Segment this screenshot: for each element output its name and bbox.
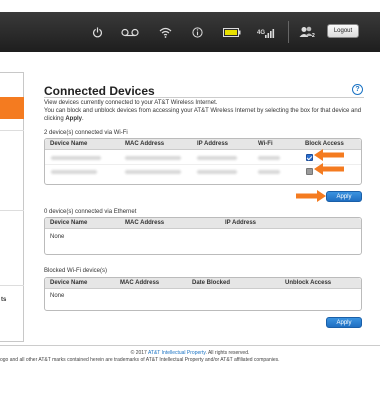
blurred-ip-address	[197, 156, 237, 160]
page-description: View devices currently connected to your…	[44, 99, 364, 123]
wifi-devices-table: Device Name MAC Address IP Address Wi-Fi…	[44, 138, 362, 185]
blurred-device-name	[51, 170, 97, 174]
pointer-arrow-icon	[314, 149, 344, 161]
blurred-wifi-band	[258, 156, 280, 160]
users-count: 2	[312, 33, 315, 38]
sidebar-divider	[0, 130, 24, 131]
signal-4g-icon[interactable]: 4G	[256, 25, 276, 39]
empty-state-text: None	[50, 293, 65, 299]
column-header: MAC Address	[125, 141, 165, 147]
voicemail-icon[interactable]	[120, 25, 140, 39]
column-header: Wi-Fi	[258, 141, 273, 147]
footer-divider	[0, 345, 380, 346]
column-header: IP Address	[225, 220, 257, 226]
ethernet-devices-table: Device Name MAC Address IP Address None	[44, 217, 362, 255]
signal-type-label: 4G	[257, 30, 265, 36]
column-header: Device Name	[50, 220, 88, 226]
page-title: Connected Devices	[44, 84, 155, 98]
att-ip-link[interactable]: AT&T Intellectual Property	[148, 350, 206, 356]
column-header: IP Address	[197, 141, 229, 147]
blocked-section-label: Blocked Wi-Fi device(s)	[44, 268, 108, 274]
table-header: Device Name MAC Address Date Blocked Unb…	[45, 278, 361, 289]
column-header: MAC Address	[125, 220, 165, 226]
pointer-arrow-icon	[314, 163, 344, 175]
ethernet-section-label: 0 device(s) connected via Ethernet	[44, 209, 137, 215]
help-icon[interactable]: ?	[352, 84, 363, 95]
table-header: Device Name MAC Address IP Address	[45, 218, 361, 229]
description-line2: You can block and unblock devices from a…	[44, 108, 362, 122]
power-icon[interactable]	[90, 25, 104, 39]
blocked-apply-button[interactable]: Apply	[326, 317, 362, 328]
description-end: .	[82, 116, 84, 122]
column-header: Device Name	[50, 280, 88, 286]
column-header: Unblock Access	[285, 280, 332, 286]
wifi-apply-button[interactable]: Apply	[326, 191, 362, 202]
column-header: MAC Address	[120, 280, 160, 286]
blurred-mac-address	[125, 170, 181, 174]
sidebar-divider	[0, 285, 24, 286]
blurred-mac-address	[125, 156, 181, 160]
wifi-icon[interactable]	[158, 25, 172, 39]
pointer-arrow-icon	[296, 190, 326, 202]
sidebar-item-label[interactable]: ts	[1, 297, 6, 303]
description-apply: Apply	[65, 116, 83, 122]
copyright-prefix: © 2017	[130, 350, 148, 356]
empty-state-text: None	[50, 234, 65, 240]
wifi-section-label: 2 device(s) connected via Wi-Fi	[44, 130, 128, 136]
battery-icon[interactable]	[222, 25, 242, 39]
sidebar-item-active[interactable]	[0, 97, 24, 119]
title-divider	[44, 97, 364, 98]
sidebar-divider	[0, 210, 24, 211]
info-icon[interactable]	[190, 25, 204, 39]
column-header: Device Name	[50, 141, 88, 147]
toolbar-divider	[288, 21, 289, 43]
users-icon[interactable]: 2	[298, 25, 318, 39]
column-header: Date Blocked	[192, 280, 231, 286]
blurred-device-name	[51, 156, 101, 160]
copyright-text: © 2017 AT&T Intellectual Property. All r…	[0, 350, 380, 356]
blocked-devices-table: Device Name MAC Address Date Blocked Unb…	[44, 277, 362, 311]
description-line1: View devices currently connected to your…	[44, 100, 218, 106]
blurred-wifi-band	[258, 170, 280, 174]
logout-button[interactable]: Logout	[327, 24, 359, 38]
top-bar: 4G 2 Logout	[0, 12, 380, 52]
trademark-text: ogo and all other AT&T marks contained h…	[0, 357, 280, 363]
column-header: Block Access	[305, 141, 344, 147]
blurred-ip-address	[197, 170, 237, 174]
copyright-suffix: . All rights reserved.	[205, 350, 250, 356]
block-access-checkbox[interactable]	[306, 168, 313, 175]
block-access-checkbox[interactable]	[306, 154, 313, 161]
